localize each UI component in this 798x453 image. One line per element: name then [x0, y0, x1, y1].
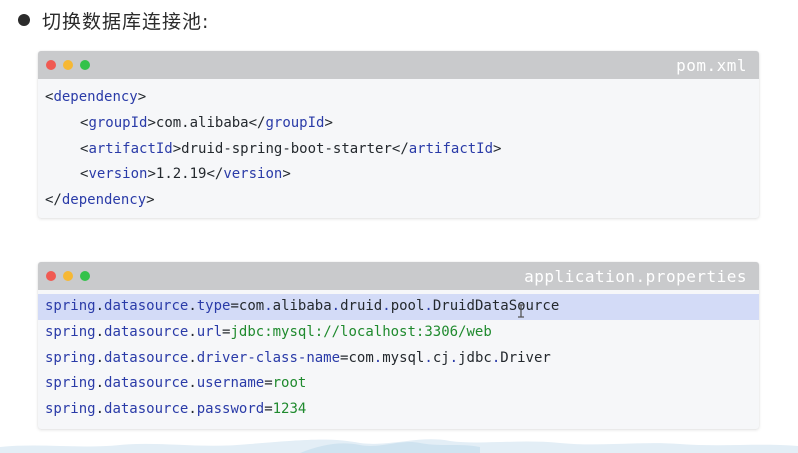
- bullet-icon: [18, 14, 30, 26]
- code-card-pom: pom.xml <dependency> <groupId>com.alibab…: [38, 51, 759, 218]
- code-line: <groupId>com.alibaba</groupId>: [80, 114, 333, 131]
- property-key-part: spring: [45, 323, 96, 340]
- xml-tag: artifactId: [408, 140, 494, 157]
- window-controls: [46, 60, 97, 70]
- xml-value: druid-spring-boot-starter: [181, 140, 392, 157]
- close-dot-icon: [46, 271, 56, 281]
- code-filename: pom.xml: [676, 56, 747, 75]
- xml-tag: dependency: [53, 89, 138, 105]
- code-card-application-properties: application.properties spring.datasource…: [38, 262, 759, 429]
- code-line: <dependency>: [45, 89, 147, 105]
- xml-tag: groupId: [88, 114, 148, 131]
- maximize-dot-icon: [80, 60, 90, 70]
- property-key-part: username: [196, 375, 265, 392]
- property-key-part: type: [196, 298, 231, 314]
- code-block: <dependency> <groupId>com.alibaba</group…: [38, 79, 759, 214]
- code-line-highlighted: spring.datasource.type=com.alibaba.druid…: [38, 294, 759, 320]
- xml-tag: version: [223, 166, 283, 183]
- section-heading: 切换数据库连接池:: [18, 6, 209, 34]
- property-key-part: driver-class-name: [196, 349, 341, 366]
- text-cursor-icon: [518, 304, 524, 318]
- xml-tag: groupId: [265, 114, 325, 131]
- xml-value: 1.2.19: [155, 166, 207, 183]
- decorative-footer-wave: [0, 439, 798, 453]
- heading-text: 切换数据库连接池:: [42, 10, 210, 33]
- property-value-part: alibaba: [272, 298, 332, 314]
- property-key-part: datasource: [104, 349, 189, 366]
- minimize-dot-icon: [63, 60, 73, 70]
- code-line: spring.datasource.password=1234: [45, 401, 307, 418]
- window-controls: [46, 271, 97, 281]
- property-value-part: DruidDataSource: [432, 298, 560, 314]
- code-line: spring.datasource.driver-class-name=com.…: [45, 349, 551, 366]
- property-value-part: cj: [432, 349, 450, 366]
- property-value-part: pool: [390, 298, 425, 314]
- xml-tag: dependency: [61, 192, 147, 209]
- code-filename: application.properties: [524, 267, 747, 286]
- property-value-part: com: [238, 298, 265, 314]
- maximize-dot-icon: [80, 271, 90, 281]
- property-key-part: password: [196, 401, 265, 418]
- property-value: jdbc:mysql://localhost:3306/web: [230, 323, 492, 340]
- code-line: spring.datasource.url=jdbc:mysql://local…: [45, 323, 492, 340]
- property-key-part: spring: [45, 349, 96, 366]
- property-key-part: datasource: [104, 401, 189, 418]
- code-line: <artifactId>druid-spring-boot-starter</a…: [80, 140, 502, 157]
- code-card-titlebar: pom.xml: [38, 51, 759, 79]
- code-block: spring.datasource.type=com.alibaba.druid…: [38, 290, 759, 423]
- property-key-part: datasource: [104, 375, 189, 392]
- xml-value: com.alibaba: [155, 114, 249, 131]
- property-key-part: url: [196, 323, 223, 340]
- code-line: <version>1.2.19</version>: [80, 166, 291, 183]
- property-key-part: spring: [45, 401, 96, 418]
- property-value-part: mysql: [382, 349, 425, 366]
- property-key-part: datasource: [104, 323, 189, 340]
- code-line: spring.datasource.username=root: [45, 375, 307, 392]
- code-line: </dependency>: [45, 192, 155, 209]
- property-key-part: datasource: [104, 298, 189, 314]
- xml-tag: artifactId: [88, 140, 173, 157]
- property-key-part: spring: [45, 375, 96, 392]
- property-value-part: com: [348, 349, 374, 366]
- property-value-part: jdbc: [458, 349, 492, 366]
- property-value: 1234: [272, 401, 307, 418]
- property-value: root: [272, 375, 307, 392]
- property-value-part: Driver: [500, 349, 551, 366]
- code-card-titlebar: application.properties: [38, 262, 759, 290]
- minimize-dot-icon: [63, 271, 73, 281]
- property-key-part: spring: [45, 298, 96, 314]
- property-value-part: druid: [340, 298, 383, 314]
- xml-tag: version: [88, 166, 148, 183]
- close-dot-icon: [46, 60, 56, 70]
